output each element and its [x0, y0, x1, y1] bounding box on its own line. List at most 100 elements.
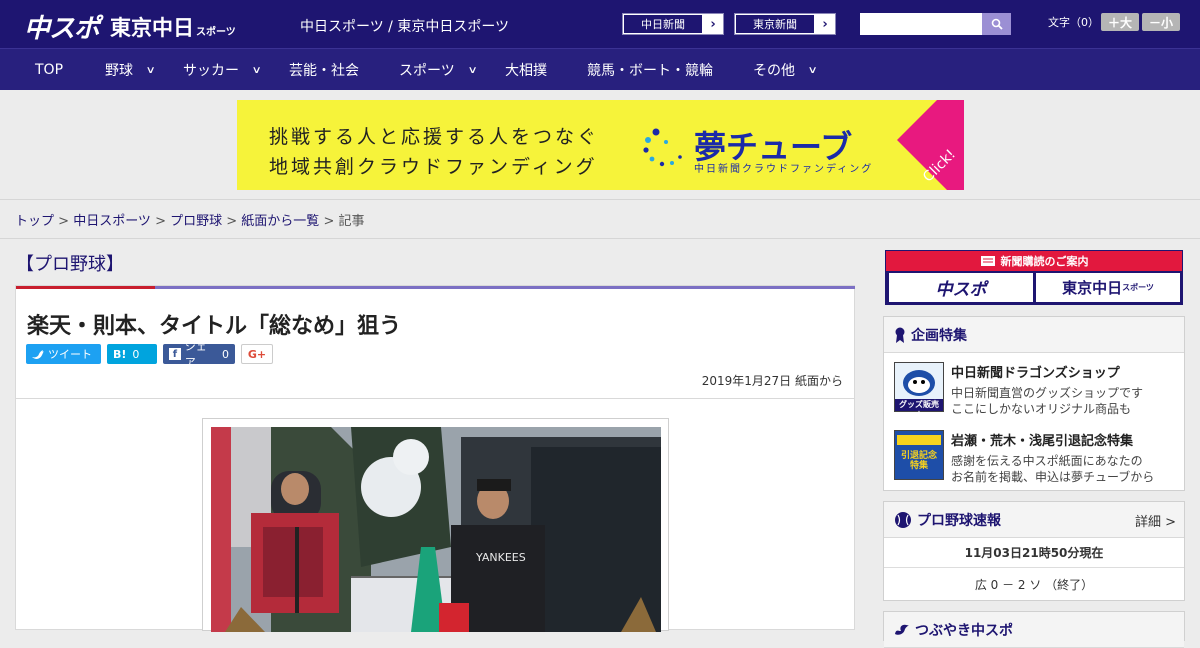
feature-desc: 感謝を伝える中スポ紙面にあなたの — [951, 454, 1143, 468]
feature-dragons-shop[interactable]: グッズ販売中 中日新聞ドラゴンズショップ 中日新聞直営のグッズショップです ここ… — [894, 362, 1143, 420]
nav-label: 大相撲 — [505, 63, 547, 79]
nav-label: 競馬・ボート・競輪 — [587, 63, 713, 79]
scores-heading: プロ野球速報 詳細 > — [884, 502, 1184, 538]
nav-soccer[interactable]: サッカー ∨ — [183, 49, 262, 91]
search-box — [860, 13, 1011, 35]
nav-label: スポーツ — [399, 63, 455, 79]
subscription-box: 新聞購読のご案内 中スポ 東京中日 スポーツ — [885, 250, 1183, 305]
nav-label: その他 — [753, 63, 795, 79]
dragons-shop-thumb: グッズ販売中 — [894, 362, 944, 420]
site-title[interactable]: 中日スポーツ / 東京中日スポーツ — [300, 16, 509, 36]
article-card: 楽天・則本、タイトル「総なめ」狙う ツイート B! 0 f シェア 0 G+ 2… — [15, 285, 855, 632]
tokyo-chunichi-logo[interactable]: 東京中日 スポーツ — [110, 12, 236, 42]
hatena-count: 0 — [132, 347, 140, 361]
subscribe-tokyo-chunichi-button[interactable]: 東京中日 スポーツ — [1036, 273, 1180, 302]
nav-label: TOP — [35, 62, 64, 78]
divider — [884, 567, 1184, 568]
chunichi-shimbun-link[interactable]: 中日新聞 › — [622, 13, 724, 35]
breadcrumb-print-list[interactable]: 紙面から一覧 — [241, 214, 319, 229]
retirement-thumb: 引退記念特集 — [894, 430, 944, 480]
tab-line — [155, 286, 855, 289]
facebook-icon: f — [169, 348, 181, 360]
chunichi-shimbun-label: 中日新聞 — [623, 14, 703, 34]
hatena-bookmark-button[interactable]: B! 0 — [107, 344, 157, 364]
breadcrumb-pro-baseball[interactable]: プロ野球 — [170, 214, 222, 229]
feature-desc: ここにしかないオリジナル商品も — [951, 402, 1132, 416]
tokyo-shimbun-link[interactable]: 東京新聞 › — [734, 13, 836, 35]
retirement-thumb-band — [897, 435, 941, 445]
features-heading: 企画特集 — [884, 317, 1184, 353]
tweet-label: ツイート — [48, 348, 92, 361]
tweet-button[interactable]: ツイート — [26, 344, 101, 364]
score-row[interactable]: 広 0 － 2 ソ （終了） — [884, 576, 1184, 593]
chevron-down-icon: ∨ — [251, 64, 262, 76]
chevron-right-icon: › — [710, 16, 716, 32]
top-bar: 中スポ 東京中日 スポーツ 中日スポーツ / 東京中日スポーツ 中日新聞 › 東京… — [0, 0, 1200, 48]
chuspo-logo[interactable]: 中スポ — [24, 8, 100, 45]
ad-line-1: 挑戦する人と応援する人をつなぐ — [269, 126, 600, 148]
nav-top[interactable]: TOP — [35, 49, 63, 91]
breadcrumb-top[interactable]: トップ — [15, 214, 54, 229]
subscribe-tokyo-text: 東京中日 — [1062, 279, 1123, 297]
chevron-down-icon: ∨ — [467, 64, 478, 76]
feature-text: 中日新聞ドラゴンズショップ 中日新聞直営のグッズショップです ここにしかないオリ… — [951, 362, 1143, 417]
search-button[interactable] — [982, 13, 1011, 35]
nav-sports[interactable]: スポーツ ∨ — [399, 49, 478, 91]
subscription-heading-text: 新聞購読のご案内 — [1000, 255, 1089, 268]
main-nav: TOP 野球 ∨ サッカー ∨ 芸能・社会 スポーツ ∨ 大相撲 競馬・ボート・競輪 … — [0, 48, 1200, 90]
breadcrumb-sep: > — [150, 214, 171, 229]
scores-panel: プロ野球速報 詳細 > 11月03日21時50分現在 広 0 － 2 ソ （終了… — [883, 501, 1185, 601]
features-heading-text: 企画特集 — [911, 327, 967, 344]
breadcrumb-current: 記事 — [338, 214, 365, 229]
subscription-heading: 新聞購読のご案内 — [886, 251, 1182, 271]
facebook-share-button[interactable]: f シェア 0 — [163, 340, 235, 369]
feature-text: 岩瀬・荒木・浅尾引退記念特集 感謝を伝える中スポ紙面にあなたの お名前を掲載、申… — [951, 430, 1154, 485]
search-input[interactable] — [860, 13, 982, 35]
dragons-shop-thumb-label: グッズ販売中 — [899, 400, 939, 420]
nav-label: サッカー — [183, 63, 239, 79]
subscribe-tokyo-suffix: スポーツ — [1122, 283, 1154, 292]
scores-updated-time: 11月03日21時50分現在 — [964, 546, 1104, 560]
ad-line-2: 地域共創クラウドファンディング — [269, 156, 598, 178]
breadcrumb-chuspo[interactable]: 中日スポーツ — [73, 214, 151, 229]
article-title: 楽天・則本、タイトル「総なめ」狙う — [27, 314, 402, 339]
nav-other[interactable]: その他 ∨ — [753, 49, 818, 91]
features-panel: 企画特集 グッズ販売中 中日新聞ドラゴンズショップ 中日新聞直営のグッズショップ… — [883, 316, 1185, 491]
newspaper-icon — [980, 256, 995, 266]
article-photo[interactable]: YANKEES — [211, 427, 661, 632]
nav-entertainment[interactable]: 芸能・社会 — [289, 49, 359, 91]
feature-retirement-special[interactable]: 引退記念特集 岩瀬・荒木・浅尾引退記念特集 感謝を伝える中スポ紙面にあなたの お… — [894, 430, 1154, 485]
nav-sumo[interactable]: 大相撲 — [505, 49, 547, 91]
search-icon — [991, 18, 1003, 30]
tokyo-logo-suffix: スポーツ — [196, 27, 236, 38]
yume-tube-logo-icon — [643, 128, 682, 167]
nav-label: 野球 — [105, 63, 133, 79]
facebook-label: シェア — [184, 340, 207, 369]
chevron-down-icon: ∨ — [807, 64, 818, 76]
feature-title: 中日新聞ドラゴンズショップ — [951, 366, 1120, 381]
ribbon-icon — [895, 327, 905, 343]
article-date: 2019年1月27日 紙面から — [701, 374, 843, 388]
twitter-icon — [32, 350, 44, 359]
nav-baseball[interactable]: 野球 ∨ — [105, 49, 156, 91]
feature-title: 岩瀬・荒木・浅尾引退記念特集 — [951, 434, 1134, 449]
divider — [0, 238, 1200, 239]
google-plus-button[interactable]: G+ — [241, 344, 273, 364]
chevron-down-icon: ∨ — [145, 64, 156, 76]
font-larger-button[interactable]: ＋大 — [1101, 13, 1139, 31]
subscribe-chuspo-button[interactable]: 中スポ — [889, 273, 1033, 302]
scores-detail-link[interactable]: 詳細 > — [1135, 511, 1176, 530]
chevron-right-icon: › — [822, 16, 828, 32]
tokyo-shimbun-label: 東京新聞 — [735, 14, 815, 34]
font-smaller-button[interactable]: －小 — [1142, 13, 1180, 31]
nav-racing[interactable]: 競馬・ボート・競輪 — [587, 49, 713, 91]
article-photo-frame: YANKEES — [202, 418, 669, 632]
scores-heading-text: プロ野球速報 — [917, 512, 1001, 529]
baseball-icon — [895, 511, 911, 528]
breadcrumb-sep: > — [54, 214, 74, 229]
feature-desc: お名前を掲載、申込は夢チューブから — [951, 470, 1155, 484]
breadcrumb-sep: > — [319, 214, 339, 229]
tokyo-logo-text: 東京中日 — [110, 16, 194, 40]
feature-desc: 中日新聞直営のグッズショップです — [951, 386, 1144, 400]
yume-tube-banner[interactable]: 挑戦する人と応援する人をつなぐ 地域共創クラウドファンディング 夢チューブ 中日… — [237, 100, 964, 190]
